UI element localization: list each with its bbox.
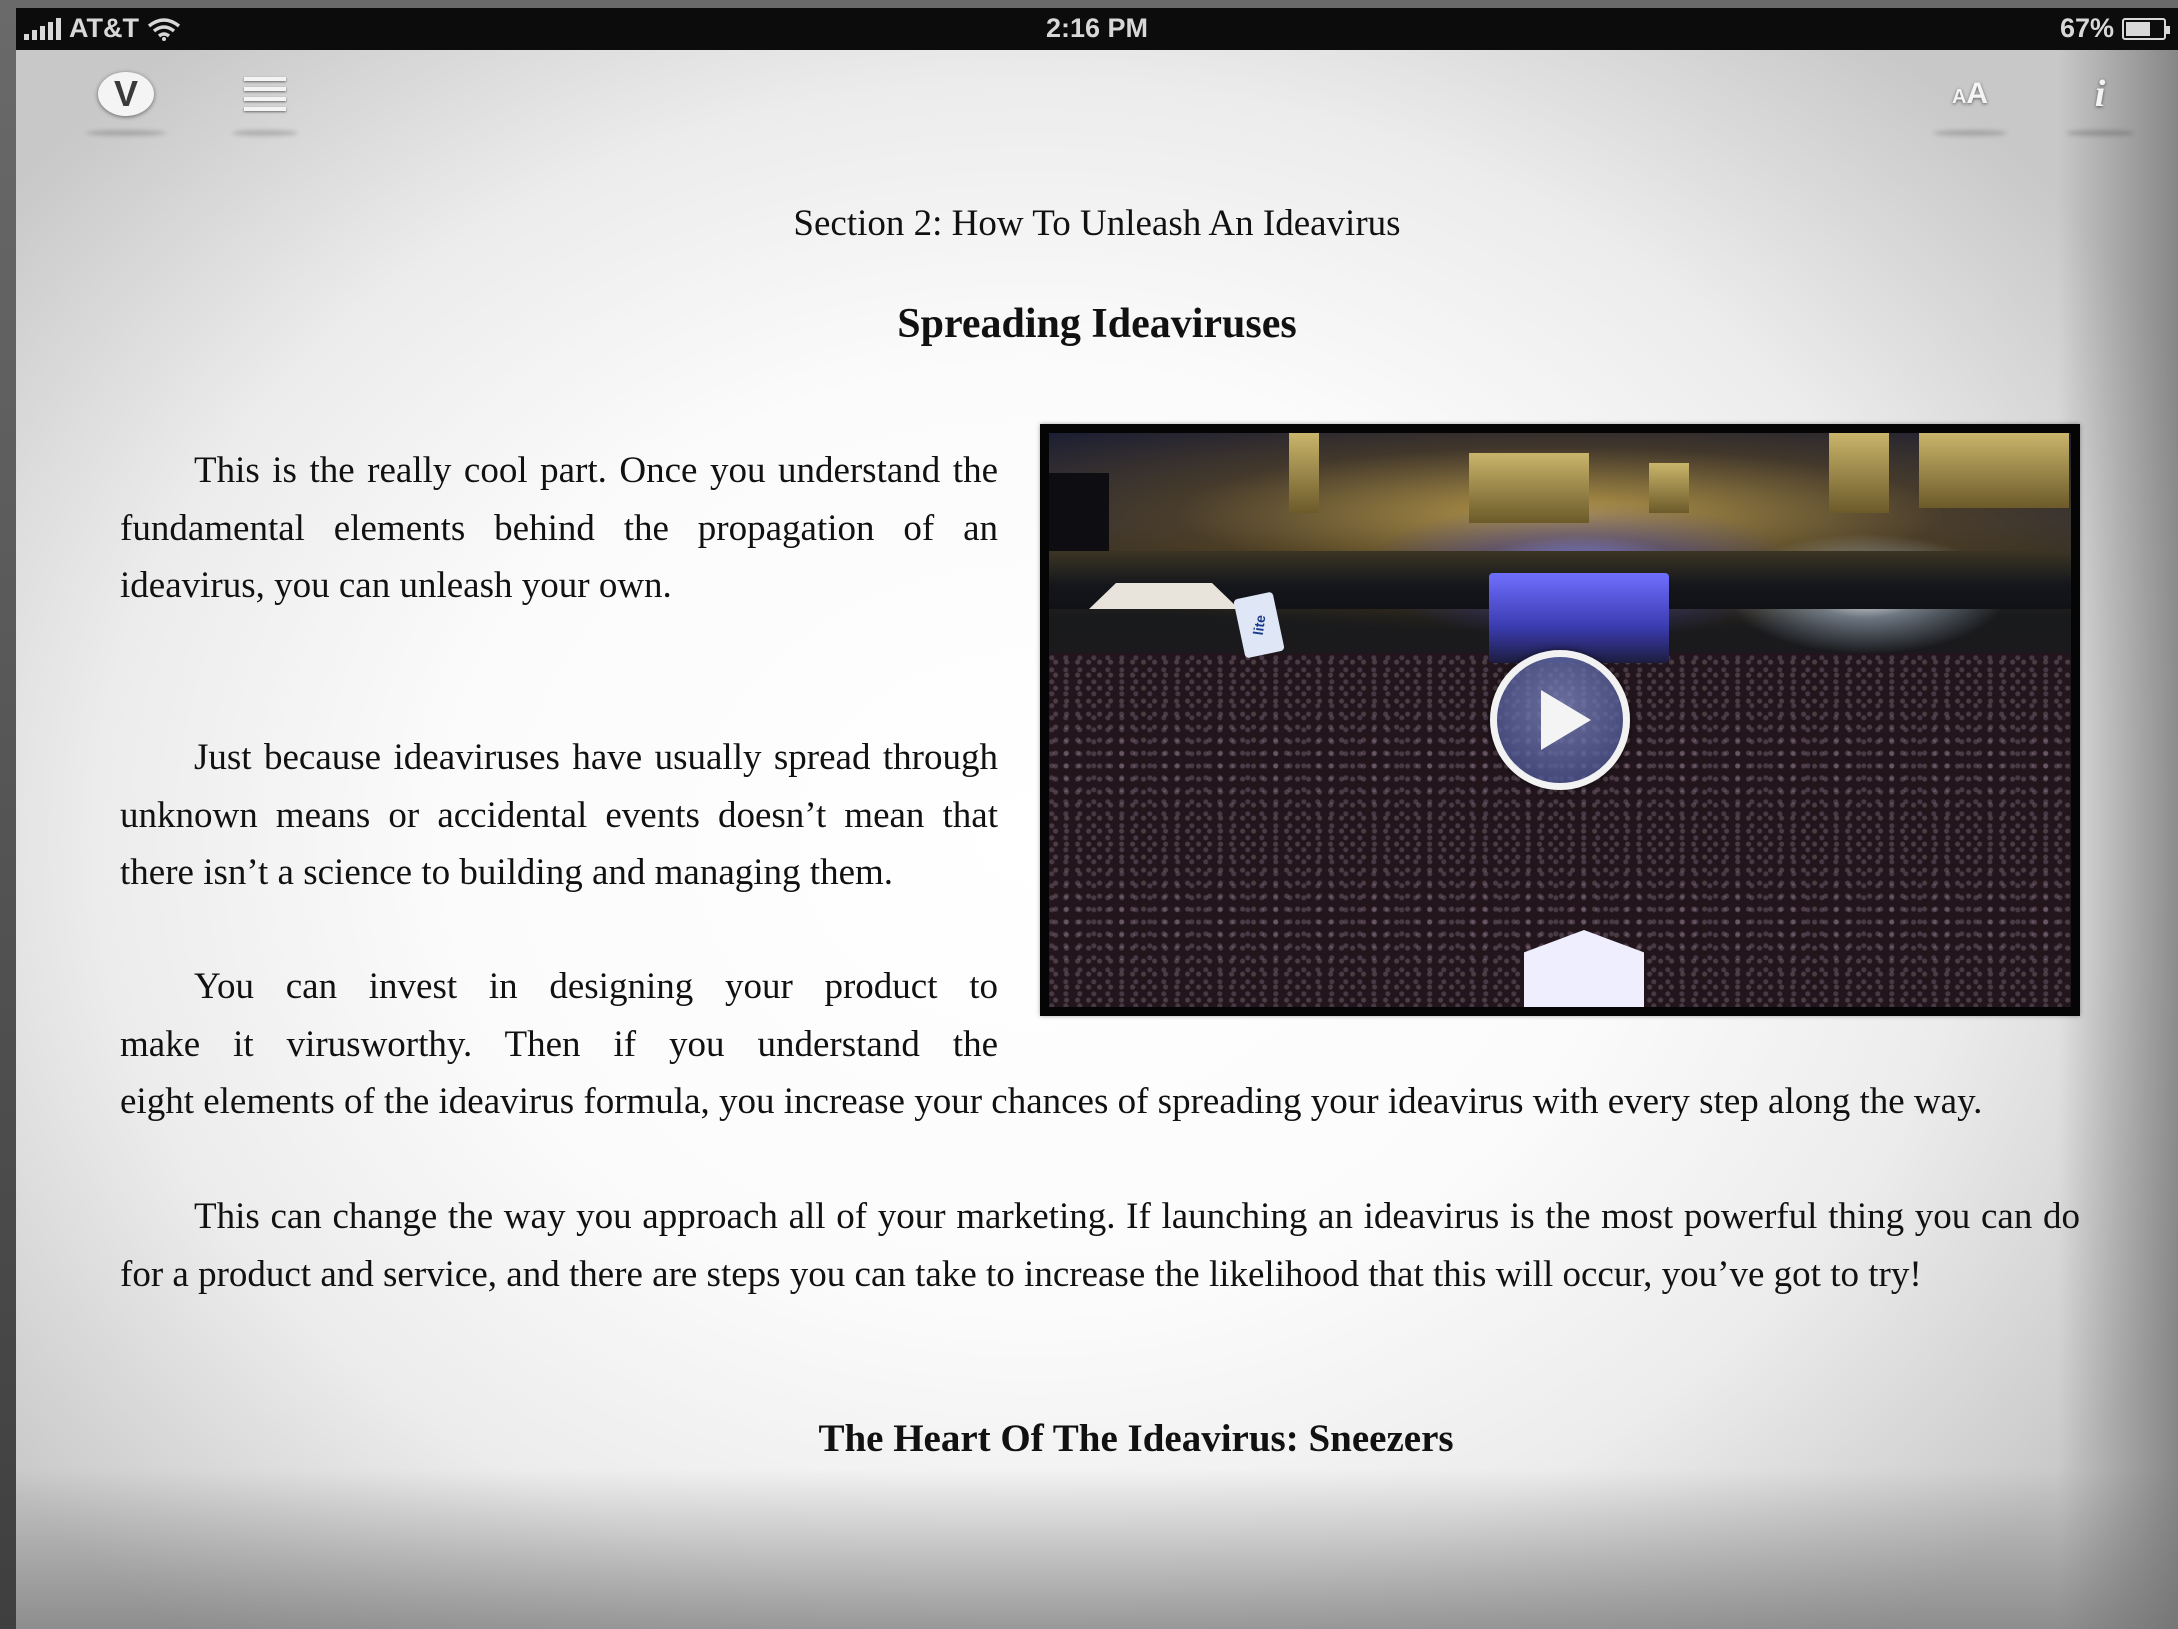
font-shadow (1933, 130, 2007, 136)
paragraph-3-line-1: You can invest in designing your product… (194, 966, 998, 1007)
paragraph-4: This can change the way you approach all… (120, 1196, 2080, 1295)
play-icon (1541, 690, 1591, 750)
font-big-glyph: A (1966, 77, 1989, 110)
battery-icon (2122, 17, 2170, 40)
logo-icon: V (98, 72, 154, 116)
logo-shadow (85, 130, 167, 136)
logo-letter: V (113, 73, 138, 114)
paragraph-3-rest: eight elements of the ideavirus formula,… (120, 1081, 1983, 1122)
info-button[interactable]: i (2060, 64, 2140, 136)
building (1289, 433, 1319, 513)
paragraph-3-line-2: make it virusworthy. Then if you underst… (120, 1023, 998, 1065)
ipad-screen: AT&T 2:16 PM 67% V AA i Section 2: How T… (16, 8, 2178, 1629)
library-button[interactable]: V (78, 64, 174, 136)
banner-text: lite (1249, 613, 1269, 637)
info-shadow (2066, 130, 2134, 136)
video-player[interactable]: lite (1040, 424, 2080, 1016)
building (1049, 473, 1109, 563)
toc-shadow (232, 130, 298, 136)
building (1919, 433, 2069, 508)
battery-nub (2166, 25, 2170, 34)
building (1469, 453, 1589, 523)
section-title: Section 2: How To Unleash An Ideavirus (793, 203, 1401, 244)
book-page[interactable]: V AA i Section 2: How To Unleash An Idea… (16, 50, 2178, 1629)
concert-stage (1489, 573, 1669, 663)
font-size-button[interactable]: AA (1926, 64, 2014, 136)
building (1829, 433, 1889, 513)
table-of-contents-button[interactable] (226, 64, 304, 136)
status-bar: AT&T 2:16 PM 67% (16, 8, 2178, 50)
screen-frame: AT&T 2:16 PM 67% V AA i Section 2: How T… (0, 0, 2178, 1629)
paragraph-2: Just because ideaviruses have usually sp… (120, 737, 998, 893)
font-small-glyph: A (1951, 86, 1967, 108)
next-section-heading: The Heart Of The Ideavirus: Sneezers (818, 1417, 1454, 1460)
font-size-icon: AA (1952, 77, 1988, 111)
info-icon: i (2094, 73, 2106, 115)
clock: 2:16 PM (1045, 13, 1149, 43)
battery-percent: 67% (2059, 13, 2114, 43)
battery-fill (2126, 21, 2150, 36)
video-thumbnail[interactable]: lite (1049, 433, 2071, 1007)
status-right: 67% (2059, 13, 2170, 44)
paragraph-1: This is the really cool part. Once you u… (120, 450, 998, 606)
play-button[interactable] (1490, 650, 1630, 790)
table-of-contents-icon (244, 77, 286, 111)
building (1649, 463, 1689, 513)
chapter-title: Spreading Ideaviruses (897, 301, 1297, 347)
